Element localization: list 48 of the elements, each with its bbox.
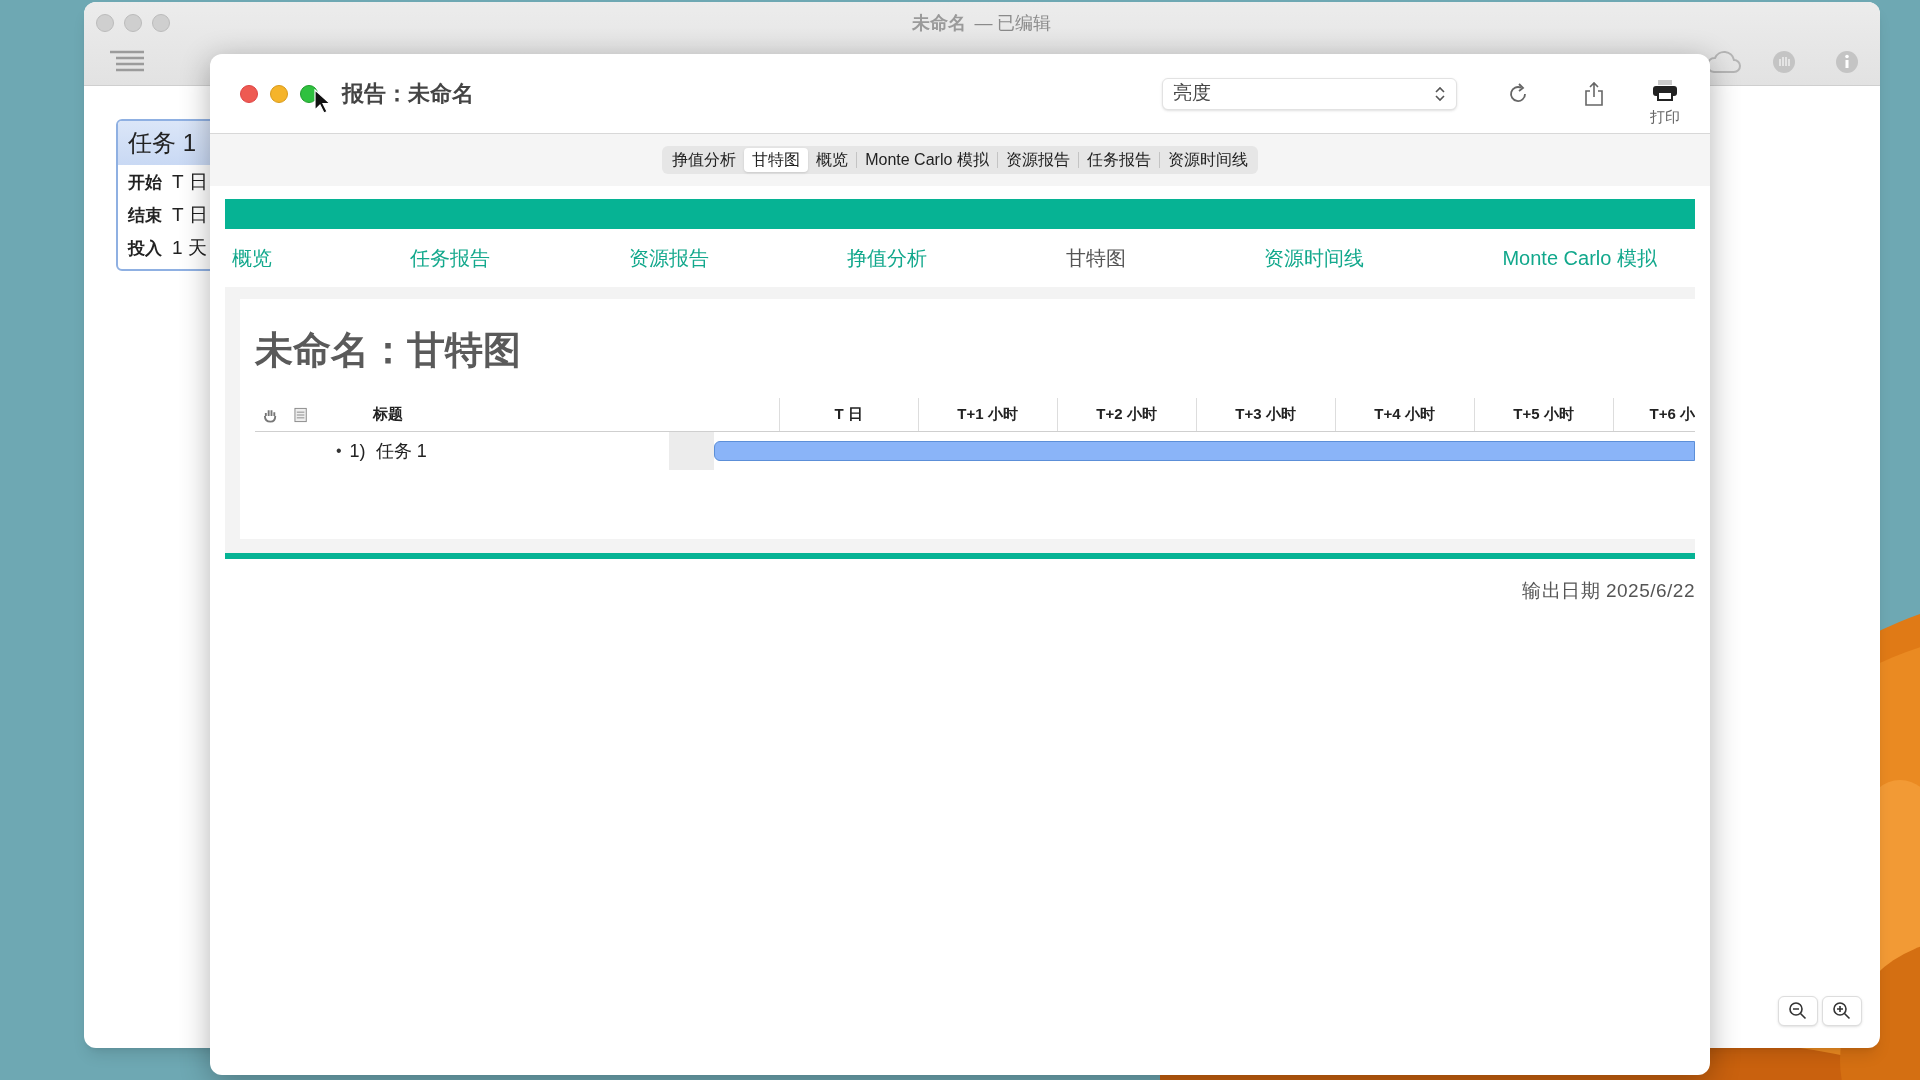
time-column-header: T 日 [778, 398, 918, 431]
pointer-icon [314, 88, 330, 115]
segment-tab[interactable]: 资源时间线 [1159, 148, 1256, 172]
chevron-up-down-icon [1434, 84, 1446, 103]
window-title: 未命名 [912, 12, 967, 35]
cloud-icon[interactable] [1706, 50, 1742, 74]
zoom-out-button[interactable] [1778, 996, 1818, 1026]
segment-tab[interactable]: Monte Carlo 模拟 [857, 148, 997, 172]
note-icon[interactable] [294, 406, 308, 423]
window-title: 报告：未命名 [342, 80, 474, 108]
segment-tab[interactable]: 概览 [808, 148, 857, 172]
field-value: 1 天 [172, 236, 207, 261]
printer-icon [1652, 80, 1678, 103]
info-icon[interactable] [1835, 50, 1859, 74]
zoom-in-icon [1832, 1001, 1852, 1021]
list-icon[interactable] [110, 50, 144, 72]
export-date: 输出日期 2025/6/22 [1522, 579, 1695, 603]
field-value: T 日 [172, 170, 208, 195]
task-title: 任务 1 [375, 439, 428, 463]
style-popup[interactable]: 亮度 [1162, 77, 1457, 110]
zoom-out-icon [1788, 1001, 1808, 1021]
time-column-header: T+4 小时 [1334, 398, 1474, 431]
zoom-in-button[interactable] [1822, 996, 1862, 1026]
segment-tab[interactable]: 任务报告 [1078, 148, 1159, 172]
field-label: 开始 [128, 171, 162, 194]
minimize-button[interactable] [124, 14, 142, 32]
print-button[interactable]: 打印 [1650, 58, 1680, 129]
time-column-header: T+1 小时 [917, 398, 1057, 431]
field-label: 投入 [128, 237, 162, 260]
field-label: 结束 [128, 204, 162, 227]
segment-tab[interactable]: 挣值分析 [664, 148, 745, 172]
segment-tab[interactable]: 资源报告 [997, 148, 1078, 172]
share-icon[interactable] [1584, 80, 1604, 107]
task-number: 1) [349, 439, 366, 463]
report-title: 未命名：甘特图 [255, 328, 522, 373]
column-header: 标题 [373, 404, 405, 425]
row-cell [668, 432, 714, 470]
edited-status: — 已编辑 [974, 12, 1052, 35]
nav-link[interactable]: 甘特图 [1065, 243, 1126, 273]
close-button[interactable] [240, 84, 258, 103]
time-column-header: T+3 小时 [1195, 398, 1335, 431]
time-column-header: T+2 小时 [1056, 398, 1196, 431]
segment-tab[interactable]: 甘特图 [744, 148, 809, 172]
field-value: T 日 [172, 203, 208, 228]
time-column-header: T+6 小 [1612, 398, 1695, 431]
minimize-button[interactable] [270, 84, 288, 103]
time-column-header: T+5 小时 [1473, 398, 1613, 431]
bullet: • [336, 441, 342, 461]
